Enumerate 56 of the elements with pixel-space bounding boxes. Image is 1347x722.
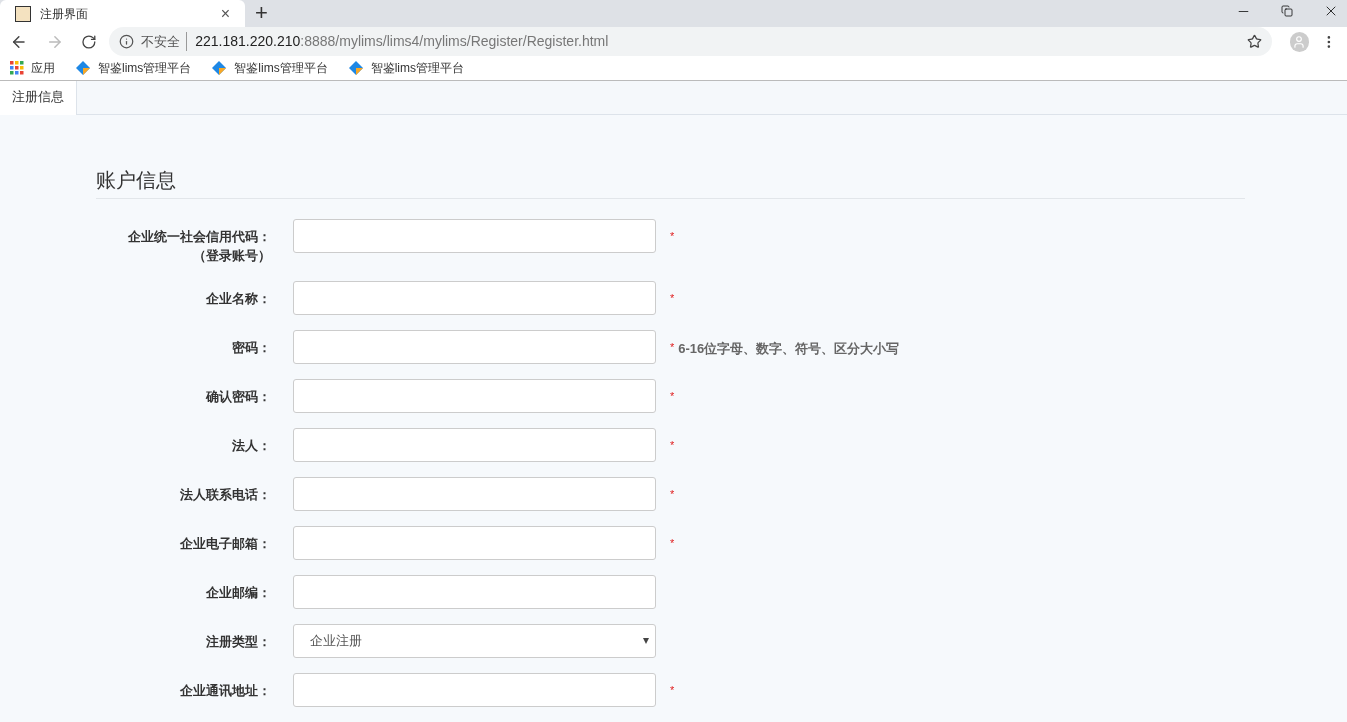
input-field[interactable]	[293, 219, 656, 253]
input-field[interactable]	[293, 330, 656, 364]
dropdown-caret-icon	[643, 638, 649, 644]
input-field[interactable]	[293, 428, 656, 462]
field-label: 企业名称：	[206, 290, 271, 308]
person-icon	[1292, 34, 1307, 49]
input-field[interactable]	[293, 575, 656, 609]
field-hint: 6-16位字母、数字、符号、区分大小写	[678, 340, 900, 358]
required-asterisk: *	[670, 291, 675, 306]
apps-grid-icon	[10, 61, 24, 76]
input-field[interactable]	[293, 281, 656, 315]
tab-close-button[interactable]: ×	[220, 1, 230, 26]
field-label: 确认密码：	[206, 388, 271, 406]
input-field[interactable]	[293, 477, 656, 511]
bookmark-item[interactable]: 智鉴lims管理平台	[71, 59, 196, 78]
field-label: 企业邮编：	[206, 584, 271, 602]
field-label: 注册类型：	[206, 633, 271, 651]
security-label: 不安全	[141, 31, 188, 52]
field-sublabel: （登录账号）	[193, 247, 271, 265]
field-label: 法人：	[232, 437, 271, 455]
required-asterisk: *	[670, 487, 675, 502]
input-field[interactable]	[293, 526, 656, 560]
required-asterisk: *	[670, 229, 675, 244]
favicon-icon	[15, 5, 31, 22]
field-label: 企业统一社会信用代码：	[128, 228, 271, 246]
reload-icon[interactable]	[81, 33, 98, 50]
required-asterisk: *	[670, 683, 675, 698]
info-icon	[119, 34, 135, 50]
address-bar[interactable]: 不安全 221.181.220.210:8888/mylims/lims4/mylims/Register/Register.html	[109, 27, 1272, 57]
required-asterisk: *	[670, 340, 675, 355]
input-field[interactable]	[293, 379, 656, 413]
page-tab[interactable]: 注册信息	[0, 81, 77, 116]
field-label: 密码：	[232, 339, 271, 357]
required-asterisk: *	[670, 389, 675, 404]
diamond-logo-icon	[347, 60, 364, 77]
bookmark-item[interactable]: 应用	[6, 59, 59, 78]
diamond-logo-icon	[75, 60, 91, 77]
required-asterisk: *	[670, 536, 675, 551]
bookmark-item[interactable]: 智鉴lims管理平台	[343, 59, 468, 78]
url-path: :8888/mylims/lims4/mylims/Register/Register.html	[300, 32, 609, 52]
new-tab-button[interactable]: +	[255, 1, 268, 25]
tab-title: 注册界面	[40, 5, 89, 23]
field-label: 企业电子邮箱：	[180, 535, 271, 553]
field-label: 法人联系电话：	[180, 486, 271, 504]
select-field[interactable]: 企业注册	[293, 624, 656, 658]
required-asterisk: *	[670, 438, 675, 453]
field-label: 企业通讯地址：	[180, 682, 271, 700]
url-host: 221.181.220.210	[195, 32, 301, 52]
profile-avatar[interactable]	[1289, 31, 1310, 52]
bookmark-star-icon[interactable]	[1246, 34, 1262, 50]
input-field[interactable]	[293, 673, 656, 707]
bookmark-item[interactable]: 智鉴lims管理平台	[207, 59, 332, 78]
restore-icon[interactable]	[1281, 5, 1293, 17]
diamond-logo-icon	[211, 60, 228, 77]
browser-tab[interactable]: 注册界面 ×	[0, 0, 245, 27]
section-title: 账户信息	[96, 169, 176, 191]
